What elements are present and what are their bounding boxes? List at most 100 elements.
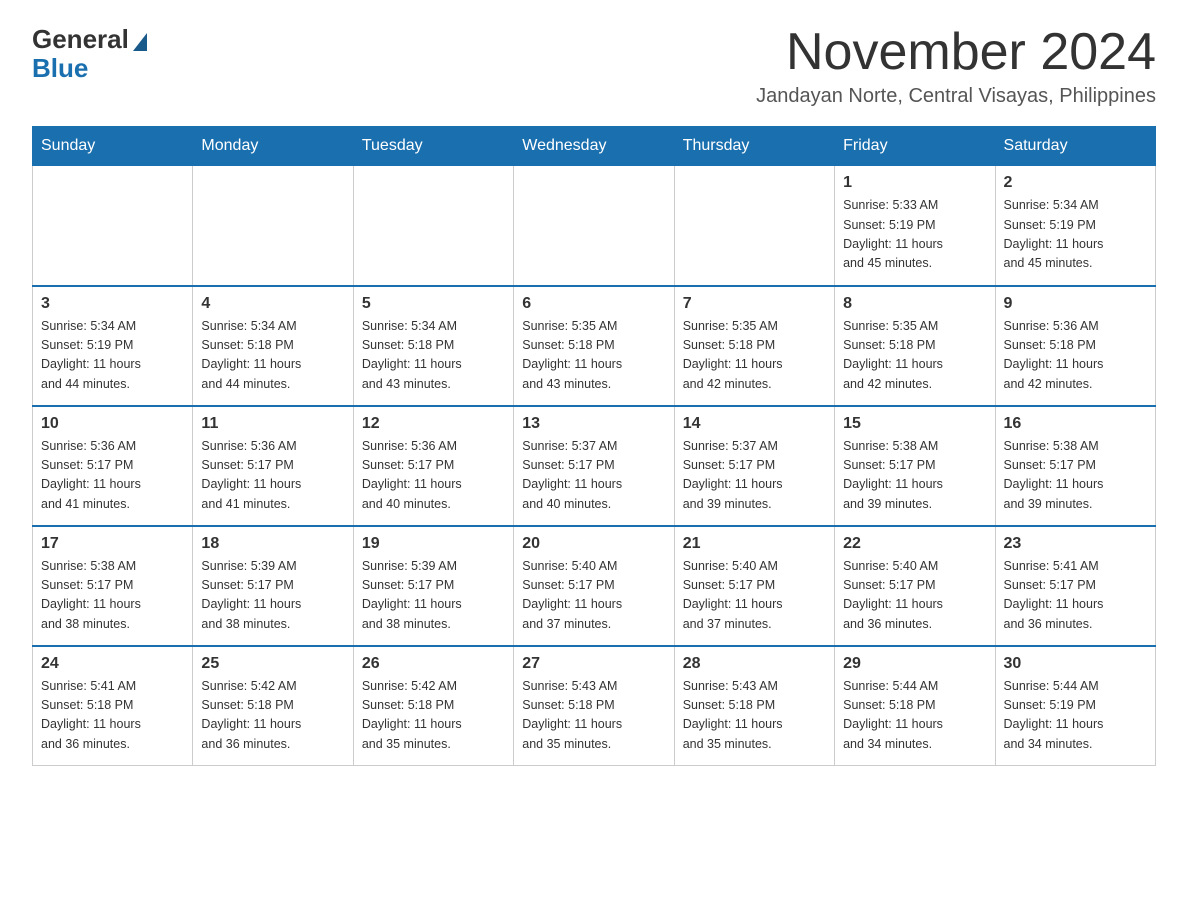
logo-bottom-text: Blue <box>32 55 88 81</box>
day-number: 17 <box>41 535 184 553</box>
calendar-cell <box>33 166 193 286</box>
day-number: 14 <box>683 415 826 433</box>
weekday-header-friday: Friday <box>835 127 995 166</box>
day-info: Sunrise: 5:35 AMSunset: 5:18 PMDaylight:… <box>683 317 826 395</box>
calendar-cell: 28 Sunrise: 5:43 AMSunset: 5:18 PMDayligh… <box>674 646 834 766</box>
day-number: 26 <box>362 655 505 673</box>
day-info: Sunrise: 5:34 AMSunset: 5:19 PMDaylight:… <box>1004 196 1147 274</box>
calendar-cell: 25Sunrise: 5:42 AMSunset: 5:18 PMDayligh… <box>193 646 353 766</box>
weekday-header-monday: Monday <box>193 127 353 166</box>
calendar-cell: 19 Sunrise: 5:39 AMSunset: 5:17 PMDayligh… <box>353 526 513 646</box>
title-area: November 2024 Jandayan Norte, Central Vi… <box>756 24 1156 108</box>
weekday-header-wednesday: Wednesday <box>514 127 674 166</box>
day-number: 2 <box>1004 174 1147 192</box>
day-number: 18 <box>201 535 344 553</box>
day-number: 30 <box>1004 655 1147 673</box>
day-number: 22 <box>843 535 986 553</box>
week-row-5: 24 Sunrise: 5:41 AMSunset: 5:18 PMDayligh… <box>33 646 1156 766</box>
weekday-header-sunday: Sunday <box>33 127 193 166</box>
weekday-header-row: SundayMondayTuesdayWednesdayThursdayFrid… <box>33 127 1156 166</box>
calendar-cell: 4 Sunrise: 5:34 AMSunset: 5:18 PMDaylight… <box>193 286 353 406</box>
day-number: 11 <box>201 415 344 433</box>
calendar-cell <box>193 166 353 286</box>
day-number: 8 <box>843 295 986 313</box>
day-info: Sunrise: 5:41 AMSunset: 5:17 PMDaylight:… <box>1004 557 1147 635</box>
day-info: Sunrise: 5:36 AMSunset: 5:17 PMDaylight:… <box>201 437 344 515</box>
day-number: 3 <box>41 295 184 313</box>
calendar-cell: 12Sunrise: 5:36 AMSunset: 5:17 PMDayligh… <box>353 406 513 526</box>
day-number: 10 <box>41 415 184 433</box>
calendar-cell: 7 Sunrise: 5:35 AMSunset: 5:18 PMDaylight… <box>674 286 834 406</box>
day-info: Sunrise: 5:43 AMSunset: 5:18 PMDaylight:… <box>683 677 826 755</box>
calendar-cell: 21Sunrise: 5:40 AMSunset: 5:17 PMDayligh… <box>674 526 834 646</box>
calendar-cell <box>353 166 513 286</box>
day-info: Sunrise: 5:38 AMSunset: 5:17 PMDaylight:… <box>843 437 986 515</box>
day-info: Sunrise: 5:34 AMSunset: 5:18 PMDaylight:… <box>201 317 344 395</box>
calendar-cell: 18 Sunrise: 5:39 AMSunset: 5:17 PMDayligh… <box>193 526 353 646</box>
day-info: Sunrise: 5:35 AMSunset: 5:18 PMDaylight:… <box>843 317 986 395</box>
day-number: 24 <box>41 655 184 673</box>
day-info: Sunrise: 5:41 AMSunset: 5:18 PMDaylight:… <box>41 677 184 755</box>
calendar-table: SundayMondayTuesdayWednesdayThursdayFrid… <box>32 126 1156 766</box>
day-info: Sunrise: 5:36 AMSunset: 5:17 PMDaylight:… <box>41 437 184 515</box>
calendar-cell: 2 Sunrise: 5:34 AMSunset: 5:19 PMDaylight… <box>995 166 1155 286</box>
day-info: Sunrise: 5:33 AMSunset: 5:19 PMDaylight:… <box>843 196 986 274</box>
day-info: Sunrise: 5:35 AMSunset: 5:18 PMDaylight:… <box>522 317 665 395</box>
day-info: Sunrise: 5:39 AMSunset: 5:17 PMDaylight:… <box>362 557 505 635</box>
day-number: 1 <box>843 174 986 192</box>
calendar-subtitle: Jandayan Norte, Central Visayas, Philipp… <box>756 85 1156 108</box>
day-info: Sunrise: 5:37 AMSunset: 5:17 PMDaylight:… <box>683 437 826 515</box>
day-number: 25 <box>201 655 344 673</box>
weekday-header-saturday: Saturday <box>995 127 1155 166</box>
weekday-header-tuesday: Tuesday <box>353 127 513 166</box>
calendar-cell: 1 Sunrise: 5:33 AMSunset: 5:19 PMDaylight… <box>835 166 995 286</box>
day-info: Sunrise: 5:36 AMSunset: 5:18 PMDaylight:… <box>1004 317 1147 395</box>
day-number: 21 <box>683 535 826 553</box>
day-info: Sunrise: 5:34 AMSunset: 5:18 PMDaylight:… <box>362 317 505 395</box>
calendar-cell: 17Sunrise: 5:38 AMSunset: 5:17 PMDayligh… <box>33 526 193 646</box>
calendar-cell: 29Sunrise: 5:44 AMSunset: 5:18 PMDayligh… <box>835 646 995 766</box>
day-info: Sunrise: 5:39 AMSunset: 5:17 PMDaylight:… <box>201 557 344 635</box>
day-number: 15 <box>843 415 986 433</box>
calendar-cell <box>514 166 674 286</box>
day-info: Sunrise: 5:44 AMSunset: 5:18 PMDaylight:… <box>843 677 986 755</box>
calendar-cell: 13Sunrise: 5:37 AMSunset: 5:17 PMDayligh… <box>514 406 674 526</box>
calendar-title: November 2024 <box>756 24 1156 81</box>
calendar-cell: 30 Sunrise: 5:44 AMSunset: 5:19 PMDayligh… <box>995 646 1155 766</box>
day-number: 19 <box>362 535 505 553</box>
day-info: Sunrise: 5:40 AMSunset: 5:17 PMDaylight:… <box>522 557 665 635</box>
day-number: 7 <box>683 295 826 313</box>
calendar-cell: 10 Sunrise: 5:36 AMSunset: 5:17 PMDayligh… <box>33 406 193 526</box>
calendar-cell: 20 Sunrise: 5:40 AMSunset: 5:17 PMDayligh… <box>514 526 674 646</box>
calendar-cell: 3 Sunrise: 5:34 AMSunset: 5:19 PMDaylight… <box>33 286 193 406</box>
calendar-cell: 23 Sunrise: 5:41 AMSunset: 5:17 PMDayligh… <box>995 526 1155 646</box>
day-number: 12 <box>362 415 505 433</box>
day-number: 9 <box>1004 295 1147 313</box>
day-number: 20 <box>522 535 665 553</box>
day-number: 27 <box>522 655 665 673</box>
calendar-cell: 11 Sunrise: 5:36 AMSunset: 5:17 PMDayligh… <box>193 406 353 526</box>
day-info: Sunrise: 5:37 AMSunset: 5:17 PMDaylight:… <box>522 437 665 515</box>
day-number: 23 <box>1004 535 1147 553</box>
day-number: 4 <box>201 295 344 313</box>
day-info: Sunrise: 5:43 AMSunset: 5:18 PMDaylight:… <box>522 677 665 755</box>
calendar-cell: 22Sunrise: 5:40 AMSunset: 5:17 PMDayligh… <box>835 526 995 646</box>
week-row-2: 3 Sunrise: 5:34 AMSunset: 5:19 PMDaylight… <box>33 286 1156 406</box>
calendar-cell: 9 Sunrise: 5:36 AMSunset: 5:18 PMDaylight… <box>995 286 1155 406</box>
calendar-cell: 16Sunrise: 5:38 AMSunset: 5:17 PMDayligh… <box>995 406 1155 526</box>
week-row-4: 17Sunrise: 5:38 AMSunset: 5:17 PMDayligh… <box>33 526 1156 646</box>
day-info: Sunrise: 5:44 AMSunset: 5:19 PMDaylight:… <box>1004 677 1147 755</box>
day-number: 28 <box>683 655 826 673</box>
day-info: Sunrise: 5:42 AMSunset: 5:18 PMDaylight:… <box>362 677 505 755</box>
calendar-cell: 6Sunrise: 5:35 AMSunset: 5:18 PMDaylight… <box>514 286 674 406</box>
calendar-cell: 24 Sunrise: 5:41 AMSunset: 5:18 PMDayligh… <box>33 646 193 766</box>
header: General Blue November 2024 Jandayan Nort… <box>32 24 1156 108</box>
week-row-3: 10 Sunrise: 5:36 AMSunset: 5:17 PMDayligh… <box>33 406 1156 526</box>
calendar-cell: 8 Sunrise: 5:35 AMSunset: 5:18 PMDaylight… <box>835 286 995 406</box>
calendar-cell: 5Sunrise: 5:34 AMSunset: 5:18 PMDaylight… <box>353 286 513 406</box>
day-info: Sunrise: 5:34 AMSunset: 5:19 PMDaylight:… <box>41 317 184 395</box>
calendar-cell: 27 Sunrise: 5:43 AMSunset: 5:18 PMDayligh… <box>514 646 674 766</box>
logo-general-text: General <box>32 24 129 55</box>
logo-triangle-icon <box>133 33 147 51</box>
calendar-cell: 15 Sunrise: 5:38 AMSunset: 5:17 PMDayligh… <box>835 406 995 526</box>
